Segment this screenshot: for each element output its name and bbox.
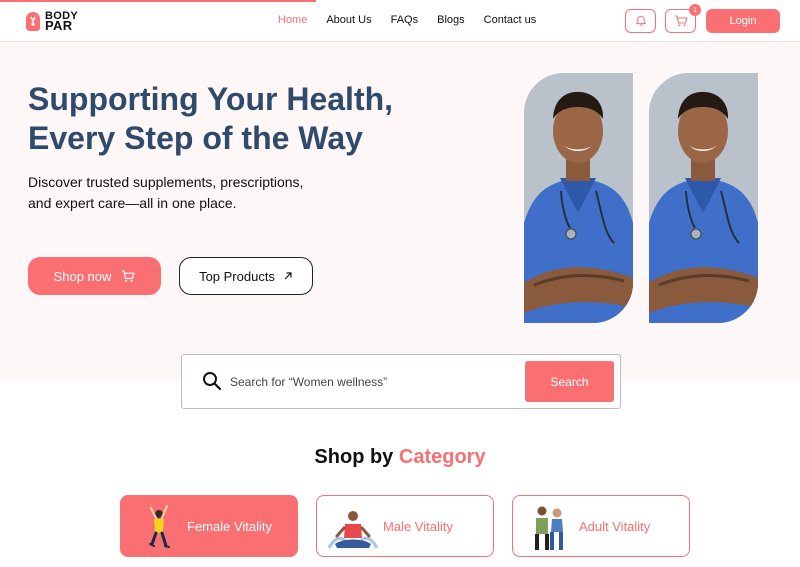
- brand-logo[interactable]: BODY PAR: [24, 11, 78, 33]
- category-card-adult-vitality[interactable]: Adult Vitality: [512, 495, 690, 557]
- arrow-up-right-icon: [284, 272, 292, 280]
- hero-subtitle-line-1: Discover trusted supplements, prescripti…: [28, 174, 304, 190]
- top-products-button[interactable]: Top Products: [179, 257, 313, 295]
- brand-name: BODY PAR: [45, 11, 78, 33]
- login-button[interactable]: Login: [706, 9, 780, 33]
- cart-count-badge: 1: [689, 4, 701, 16]
- hero-title-line-1: Supporting Your Health,: [28, 81, 394, 117]
- category-label: Adult Vitality: [579, 519, 651, 534]
- category-label: Male Vitality: [383, 519, 453, 534]
- brand-line-2: PAR: [45, 18, 73, 33]
- search-input[interactable]: [230, 372, 510, 392]
- page: BODY PAR Home About Us FAQs Blogs Contac…: [0, 0, 800, 567]
- nav-faqs[interactable]: FAQs: [391, 14, 419, 26]
- hero-title: Supporting Your Health, Every Step of th…: [28, 80, 448, 158]
- category-card-male-vitality[interactable]: Male Vitality: [316, 495, 494, 557]
- meditating-man-icon: [327, 511, 379, 549]
- header-accent-line: [0, 0, 316, 2]
- hero-title-line-2: Every Step of the Way: [28, 120, 363, 156]
- cart-button[interactable]: 1: [665, 4, 701, 33]
- top-nav-bar: BODY PAR Home About Us FAQs Blogs Contac…: [0, 0, 800, 42]
- nav-about-us[interactable]: About Us: [326, 14, 371, 26]
- notifications-button[interactable]: [625, 9, 656, 33]
- jumping-woman-icon: [149, 504, 170, 548]
- shop-now-label: Shop now: [53, 268, 112, 284]
- main-nav: Home About Us FAQs Blogs Contact us: [278, 14, 555, 26]
- logo-mark-icon: [24, 11, 42, 31]
- cart-icon: [674, 15, 688, 27]
- category-title-prefix: Shop by: [314, 446, 394, 468]
- search-bar: Search: [181, 354, 621, 409]
- category-card-female-vitality[interactable]: Female Vitality: [120, 495, 298, 557]
- bell-icon: [635, 15, 646, 26]
- doctor-photo: [524, 73, 633, 323]
- category-label: Female Vitality: [187, 519, 273, 534]
- category-section-title: Shop by Category: [0, 446, 800, 469]
- nav-blogs[interactable]: Blogs: [437, 14, 465, 26]
- hero-subtitle: Discover trusted supplements, prescripti…: [28, 172, 348, 214]
- category-title-accent: Category: [398, 446, 486, 468]
- search-button[interactable]: Search: [525, 361, 614, 402]
- nav-contact-us[interactable]: Contact us: [484, 14, 537, 26]
- shop-now-button[interactable]: Shop now: [28, 257, 161, 295]
- search-icon: [203, 372, 222, 391]
- couple-icon: [535, 506, 563, 550]
- cart-icon: [122, 269, 135, 282]
- top-products-label: Top Products: [199, 268, 275, 284]
- hero-subtitle-line-2: and expert care—all in one place.: [28, 195, 237, 211]
- doctor-photo: [649, 73, 758, 323]
- nav-home[interactable]: Home: [278, 14, 307, 26]
